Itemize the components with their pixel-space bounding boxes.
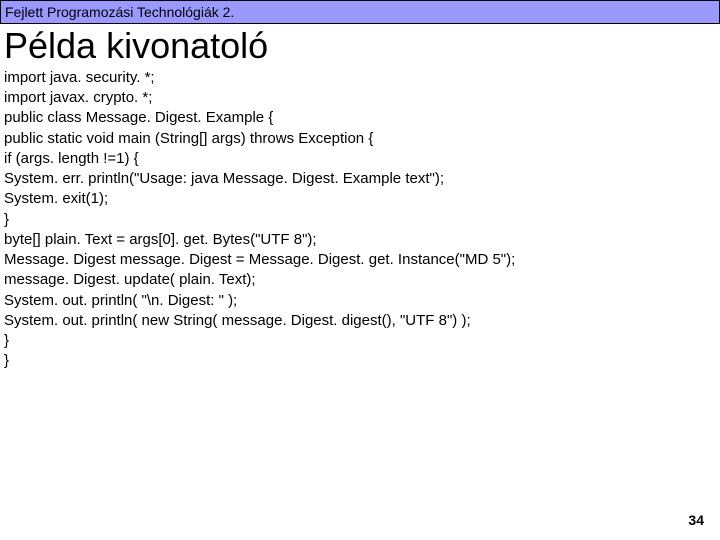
code-line: System. exit(1); — [4, 189, 716, 209]
code-line: } — [4, 331, 716, 351]
code-line: byte[] plain. Text = args[0]. get. Bytes… — [4, 230, 716, 250]
code-line: import javax. crypto. *; — [4, 88, 716, 108]
code-line: } — [4, 210, 716, 230]
code-line: } — [4, 351, 716, 371]
code-line: public static void main (String[] args) … — [4, 129, 716, 149]
code-line: System. err. println("Usage: java Messag… — [4, 169, 716, 189]
code-line: import java. security. *; — [4, 68, 716, 88]
code-line: if (args. length !=1) { — [4, 149, 716, 169]
header-bar: Fejlett Programozási Technológiák 2. — [0, 0, 720, 24]
slide-title: Példa kivonatoló — [0, 24, 720, 68]
code-line: Message. Digest message. Digest = Messag… — [4, 250, 716, 270]
code-line: message. Digest. update( plain. Text); — [4, 270, 716, 290]
code-block: import java. security. *; import javax. … — [0, 68, 720, 372]
course-title: Fejlett Programozási Technológiák 2. — [5, 4, 234, 20]
code-line: System. out. println( new String( messag… — [4, 311, 716, 331]
code-line: public class Message. Digest. Example { — [4, 108, 716, 128]
code-line: System. out. println( "\n. Digest: " ); — [4, 291, 716, 311]
page-number: 34 — [688, 512, 704, 528]
